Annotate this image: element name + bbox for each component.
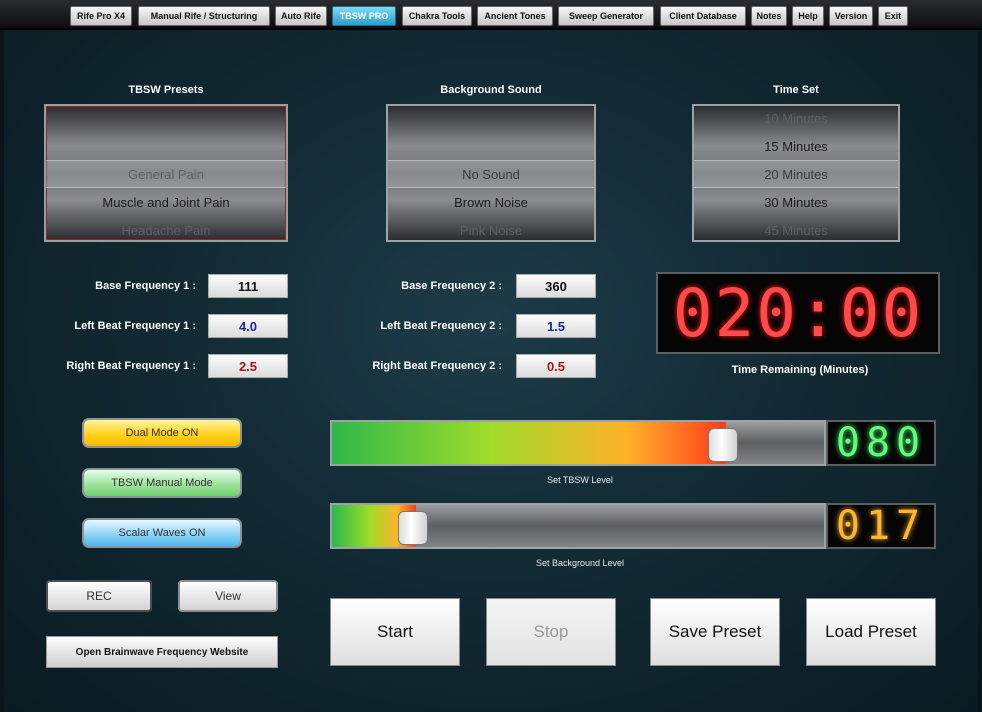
base-frequency-1-value[interactable]: 111 — [208, 274, 288, 298]
tab-tbsw-pro[interactable]: TBSW PRO — [332, 6, 396, 26]
time-set-title: Time Set — [773, 84, 819, 96]
tab-bar: Rife Pro X4 Manual Rife / Structuring Au… — [0, 0, 982, 30]
tbsw-level-slider[interactable] — [330, 420, 826, 466]
load-preset-button[interactable]: Load Preset — [806, 598, 936, 666]
right-beat-frequency-2-label: Right Beat Frequency 2 : — [372, 360, 502, 372]
tab-manual-rife[interactable]: Manual Rife / Structuring — [138, 6, 270, 26]
time-option[interactable]: 10 Minutes — [694, 106, 898, 132]
tab-exit[interactable]: Exit — [878, 6, 908, 26]
time-set-picker[interactable]: 10 Minutes 15 Minutes 20 Minutes 30 Minu… — [692, 104, 900, 242]
background-sound-picker[interactable]: No Sound Brown Noise Pink Noise — [386, 104, 596, 242]
sound-option[interactable]: Pink Noise — [388, 216, 594, 240]
time-option[interactable]: 30 Minutes — [694, 188, 898, 216]
time-remaining-display: 020:00 — [656, 272, 940, 354]
presets-picker[interactable]: General Pain Muscle and Joint Pain Heada… — [44, 104, 288, 242]
sound-option[interactable]: Brown Noise — [388, 188, 594, 216]
view-button[interactable]: View — [178, 580, 278, 612]
base-frequency-2-label: Base Frequency 2 : — [401, 280, 502, 292]
tab-help[interactable]: Help — [792, 6, 824, 26]
tab-sweep-generator[interactable]: Sweep Generator — [558, 6, 654, 26]
background-level-readout: 017 — [826, 503, 936, 549]
background-level-thumb[interactable] — [398, 511, 428, 545]
presets-title: TBSW Presets — [128, 84, 204, 96]
preset-option[interactable]: Muscle and Joint Pain — [46, 188, 286, 216]
base-frequency-1-label: Base Frequency 1 : — [95, 280, 196, 292]
tbsw-level-readout: 080 — [826, 420, 936, 466]
save-preset-button[interactable]: Save Preset — [650, 598, 780, 666]
rec-button[interactable]: REC — [46, 580, 152, 612]
open-website-button[interactable]: Open Brainwave Frequency Website — [46, 636, 278, 668]
tab-notes[interactable]: Notes — [751, 6, 787, 26]
tbsw-level-label: Set TBSW Level — [547, 475, 613, 485]
stop-button[interactable]: Stop — [486, 598, 616, 666]
tbsw-level-thumb[interactable] — [708, 428, 738, 462]
tab-ancient-tones[interactable]: Ancient Tones — [477, 6, 553, 26]
background-level-label: Set Background Level — [535, 558, 625, 568]
tab-client-database[interactable]: Client Database — [660, 6, 746, 26]
tab-chakra-tools[interactable]: Chakra Tools — [402, 6, 472, 26]
background-level-slider[interactable] — [330, 503, 826, 549]
background-sound-title: Background Sound — [440, 84, 542, 96]
scalar-waves-button[interactable]: Scalar Waves ON — [82, 518, 242, 548]
tab-auto-rife[interactable]: Auto Rife — [275, 6, 327, 26]
base-frequency-2-value[interactable]: 360 — [516, 274, 596, 298]
start-button[interactable]: Start — [330, 598, 460, 666]
tbsw-level-fill — [332, 422, 726, 464]
tab-rife-pro-x4[interactable]: Rife Pro X4 — [70, 6, 132, 26]
right-beat-frequency-2-value[interactable]: 0.5 — [516, 354, 596, 378]
tbsw-manual-mode-button[interactable]: TBSW Manual Mode — [82, 468, 242, 498]
time-remaining-label: Time Remaining (Minutes) — [731, 364, 869, 376]
time-option[interactable]: 15 Minutes — [694, 132, 898, 160]
right-beat-frequency-1-label: Right Beat Frequency 1 : — [66, 360, 196, 372]
left-beat-frequency-1-label: Left Beat Frequency 1 : — [74, 320, 196, 332]
time-option[interactable]: 45 Minutes — [694, 216, 898, 240]
tab-version[interactable]: Version — [829, 6, 873, 26]
left-beat-frequency-2-value[interactable]: 1.5 — [516, 314, 596, 338]
left-beat-frequency-1-value[interactable]: 4.0 — [208, 314, 288, 338]
preset-option[interactable]: Headache Pain — [46, 216, 286, 240]
left-beat-frequency-2-label: Left Beat Frequency 2 : — [380, 320, 502, 332]
sound-option[interactable]: No Sound — [388, 160, 594, 188]
time-option[interactable]: 20 Minutes — [694, 160, 898, 188]
preset-option[interactable]: General Pain — [46, 160, 286, 188]
dual-mode-button[interactable]: Dual Mode ON — [82, 418, 242, 448]
right-beat-frequency-1-value[interactable]: 2.5 — [208, 354, 288, 378]
